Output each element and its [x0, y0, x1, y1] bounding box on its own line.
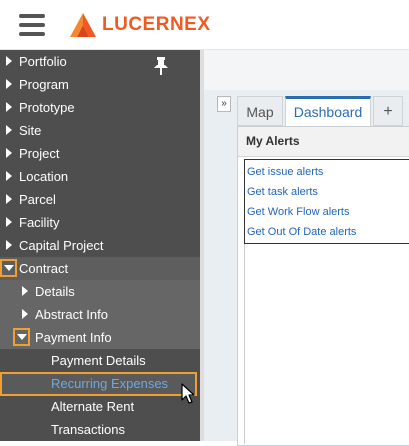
sidebar-item-label: Facility: [19, 215, 60, 230]
sidebar-item-label: Prototype: [19, 100, 75, 115]
caret-right-icon: [6, 217, 12, 227]
top-bar: LUCERNEX: [0, 0, 409, 50]
lucernex-logo-icon: [70, 13, 96, 37]
sidebar-item-label: Alternate Rent: [51, 399, 135, 414]
caret-right-icon: [6, 194, 12, 204]
sidebar-item-project[interactable]: Project: [0, 142, 200, 165]
sidebar-item-program[interactable]: Program: [0, 73, 200, 96]
link-out-of-date-alerts[interactable]: Get Out Of Date alerts: [247, 226, 356, 238]
sidebar-item-payment-details[interactable]: Payment Details: [0, 349, 200, 372]
sidebar-item-label: Site: [19, 123, 42, 138]
caret-right-icon: [6, 240, 12, 250]
panel-title: My Alerts: [238, 127, 409, 157]
sidebar-nav: Portfolio Program Prototype Site Project…: [0, 50, 200, 441]
link-issue-alerts[interactable]: Get issue alerts: [247, 166, 323, 178]
content-header: [204, 50, 409, 90]
sidebar-item-label: Payment Info: [35, 330, 112, 345]
caret-down-icon: [17, 334, 27, 340]
sidebar-item-abstract-info[interactable]: Abstract Info: [0, 303, 200, 326]
sidebar-item-label: Recurring Expenses: [51, 376, 169, 391]
caret-right-icon: [22, 286, 28, 296]
sidebar-item-transactions[interactable]: Transactions: [0, 418, 200, 441]
sidebar-item-label: Portfolio: [19, 54, 67, 69]
tab-strip: Map Dashboard +: [237, 96, 409, 126]
sidebar-item-label: Location: [19, 169, 69, 184]
sidebar-item-facility[interactable]: Facility: [0, 211, 200, 234]
sidebar-item-label: Abstract Info: [35, 307, 108, 322]
sidebar-item-parcel[interactable]: Parcel: [0, 188, 200, 211]
sidebar-item-label: Contract: [19, 261, 69, 276]
brand-name: LUCERNEX: [102, 14, 211, 35]
tab-dashboard[interactable]: Dashboard: [285, 96, 371, 126]
sidebar-item-label: Program: [19, 77, 69, 92]
link-task-alerts[interactable]: Get task alerts: [247, 186, 318, 198]
expand-toggle[interactable]: [13, 328, 30, 346]
sidebar-item-alternate-rent[interactable]: Alternate Rent: [0, 395, 200, 418]
caret-right-icon: [6, 56, 12, 66]
sidebar-item-label: Transactions: [51, 422, 125, 437]
caret-down-icon: [4, 265, 14, 271]
sidebar-item-recurring-expenses[interactable]: Recurring Expenses: [0, 372, 200, 395]
sidebar-item-payment-info[interactable]: Payment Info: [0, 326, 200, 349]
caret-right-icon: [6, 125, 12, 135]
sidebar-item-label: Capital Project: [19, 238, 104, 253]
caret-right-icon: [6, 148, 12, 158]
sidebar-item-capital-project[interactable]: Capital Project: [0, 234, 200, 257]
sidebar-item-portfolio[interactable]: Portfolio: [0, 50, 200, 73]
sidebar-item-contract[interactable]: Contract: [0, 257, 200, 280]
expand-toggle[interactable]: [0, 259, 17, 277]
alerts-list: Get issue alerts Get task alerts Get Wor…: [244, 159, 409, 244]
mouse-pointer-icon: [181, 383, 195, 404]
sidebar-item-label: Project: [19, 146, 60, 161]
tab-map[interactable]: Map: [237, 96, 283, 126]
sidebar-item-prototype[interactable]: Prototype: [0, 96, 200, 119]
my-alerts-panel: My Alerts Get issue alerts Get task aler…: [237, 126, 409, 446]
caret-right-icon: [6, 102, 12, 112]
sidebar-item-label: Parcel: [19, 192, 56, 207]
sidebar-item-details[interactable]: Details: [0, 280, 200, 303]
main-content: » Map Dashboard + My Alerts Get issue al…: [204, 50, 409, 446]
sidebar-item-site[interactable]: Site: [0, 119, 200, 142]
hamburger-menu-icon[interactable]: [19, 14, 45, 36]
sidebar-item-label: Details: [35, 284, 75, 299]
brand-logo[interactable]: LUCERNEX: [68, 11, 211, 39]
sidebar-item-label: Payment Details: [51, 353, 146, 368]
caret-right-icon: [6, 171, 12, 181]
divider: [244, 244, 245, 444]
link-workflow-alerts[interactable]: Get Work Flow alerts: [247, 206, 350, 218]
expand-sidebar-button[interactable]: »: [217, 96, 231, 112]
sidebar-item-location[interactable]: Location: [0, 165, 200, 188]
caret-right-icon: [22, 309, 28, 319]
caret-right-icon: [6, 79, 12, 89]
add-tab-button[interactable]: +: [373, 96, 403, 126]
